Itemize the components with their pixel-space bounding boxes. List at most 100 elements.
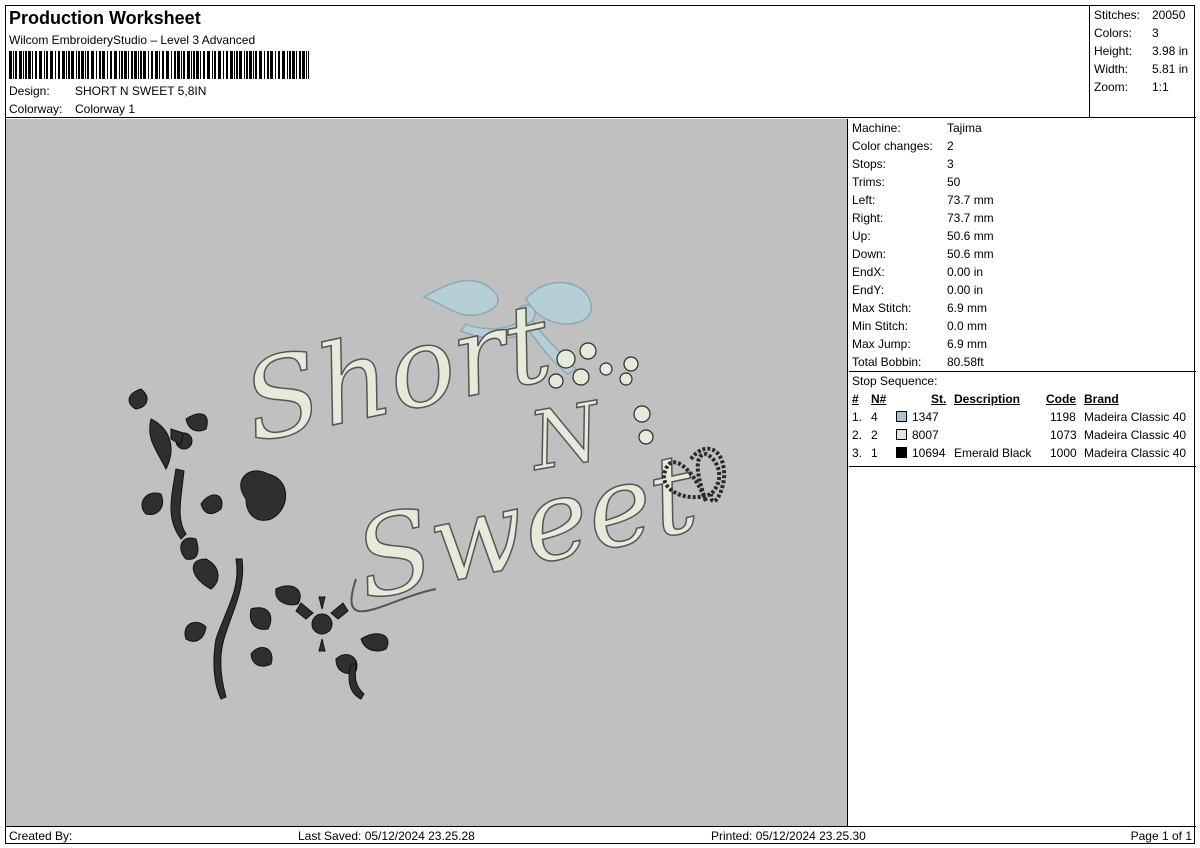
- barcode-bar: [246, 51, 248, 79]
- summary-row: Stitches: 20050: [1094, 8, 1186, 22]
- spec-row: Color changes: 2: [852, 137, 1196, 155]
- barcode-bar: [267, 51, 269, 79]
- barcode-bar: [151, 51, 153, 79]
- barcode-bar: [50, 51, 53, 79]
- stop-st: 1347: [912, 410, 939, 424]
- barcode-bar: [128, 51, 129, 79]
- barcode-bar: [183, 51, 185, 79]
- barcode-bar: [253, 51, 254, 79]
- summary-box: Stitches: 20050 Colors: 3 Height: 3.98 in W…: [1089, 6, 1196, 118]
- barcode-bar: [78, 51, 80, 79]
- barcode-bar: [9, 51, 12, 79]
- stop-sequence-title: Stop Sequence:: [852, 374, 938, 388]
- spec-label: Up:: [852, 229, 871, 243]
- stop-st: 8007: [912, 428, 939, 442]
- barcode-bar: [196, 51, 199, 79]
- barcode-bar: [35, 51, 37, 79]
- spec-label: EndX:: [852, 265, 885, 279]
- spec-label: Down:: [852, 247, 887, 261]
- production-worksheet: Production Worksheet Wilcom EmbroiderySt…: [5, 5, 1196, 845]
- barcode-bar: [71, 51, 74, 79]
- barcode-bar: [131, 51, 133, 79]
- barcode-bar: [96, 51, 97, 79]
- spec-label: Max Stitch:: [852, 301, 912, 315]
- barcode-bar: [270, 51, 273, 79]
- barcode-bar: [255, 51, 257, 79]
- stop-n: 1: [871, 446, 878, 460]
- barcode-bar: [32, 51, 33, 79]
- stop-brand: Madeira Classic 40: [1084, 410, 1187, 424]
- spec-value: Tajima: [947, 121, 982, 135]
- barcode-bar: [66, 51, 67, 79]
- page-title: Production Worksheet: [9, 8, 201, 28]
- spec-label: Trims:: [852, 175, 885, 189]
- barcode-bar: [226, 51, 228, 79]
- barcode-bar: [287, 51, 288, 79]
- color-swatch: [896, 447, 907, 458]
- spec-value: 50.6 mm: [947, 247, 994, 261]
- software-name: Wilcom EmbroideryStudio – Level 3 Advanc…: [9, 33, 256, 47]
- spec-row: Up: 50.6 mm: [852, 227, 1196, 245]
- spec-row: Total Bobbin: 80.58ft: [852, 353, 1196, 371]
- barcode-bar: [302, 51, 305, 79]
- barcode-bar: [278, 51, 280, 79]
- spec-value: 2: [947, 139, 954, 153]
- page-number: Page 1 of 1: [1130, 829, 1192, 843]
- barcode-bar: [44, 51, 45, 79]
- spec-row: EndY: 0.00 in: [852, 281, 1196, 299]
- last-saved: Last Saved: 05/12/2024 23.25.28: [298, 829, 475, 843]
- barcode-bar: [244, 51, 245, 79]
- barcode-bar: [121, 51, 123, 79]
- barcode-bar: [87, 51, 89, 79]
- design-row: Design: SHORT N SWEET 5,8IN: [9, 84, 206, 98]
- stop-brand: Madeira Classic 40: [1084, 428, 1187, 442]
- colorway-value: Colorway 1: [75, 102, 136, 116]
- barcode-bar: [85, 51, 86, 79]
- barcode-bar: [15, 51, 17, 79]
- barcode-bar: [148, 51, 149, 79]
- stop-sequence: Stop Sequence: # N# St. Description Code…: [849, 371, 1196, 467]
- barcode-bar: [13, 51, 14, 79]
- barcode-bar: [193, 51, 195, 79]
- barcode-bar: [166, 51, 169, 79]
- barcode-bar: [275, 51, 276, 79]
- summary-row: Height: 3.98 in: [1094, 44, 1189, 58]
- spec-row: EndX: 0.00 in: [852, 263, 1196, 281]
- stop-n: 4: [871, 410, 878, 424]
- spec-label: EndY:: [852, 283, 885, 297]
- barcode-bar: [39, 51, 42, 79]
- spec-row: Max Stitch: 6.9 mm: [852, 299, 1196, 317]
- stop-n: 2: [871, 428, 878, 442]
- barcode-bar: [81, 51, 84, 79]
- barcode-bar: [187, 51, 190, 79]
- barcode-bar: [191, 51, 192, 79]
- barcode-bar: [171, 51, 172, 79]
- stop-row: 2. 2 8007 1073 Madeira Classic 40: [852, 426, 1196, 444]
- barcode-bar: [181, 51, 182, 79]
- summary-row: Colors: 3: [1094, 26, 1159, 40]
- stop-code: 1198: [1050, 410, 1076, 424]
- spec-row: Trims: 50: [852, 173, 1196, 191]
- barcode-bar: [212, 51, 213, 79]
- barcode-bar: [234, 51, 235, 79]
- barcode-bar: [218, 51, 221, 79]
- barcode-bar: [134, 51, 137, 79]
- embroidery-design: Short N Sweet: [128, 277, 727, 700]
- design-value: SHORT N SWEET 5,8IN: [75, 84, 207, 98]
- barcode-bar: [99, 51, 101, 79]
- stop-row: 1. 4 1347 1198 Madeira Classic 40: [852, 408, 1196, 426]
- barcode-bar: [58, 51, 60, 79]
- worksheet-footer: Created By: Last Saved: 05/12/2024 23.25…: [6, 826, 1196, 845]
- spec-label: Machine:: [852, 121, 901, 135]
- stop-st: 10694: [912, 446, 946, 460]
- spec-label: Left:: [852, 193, 876, 207]
- barcode-bar: [159, 51, 160, 79]
- stop-num: 2.: [852, 428, 863, 442]
- stop-num: 1.: [852, 410, 863, 424]
- barcode-bar: [23, 51, 24, 79]
- summary-row: Width: 5.81 in: [1094, 62, 1189, 76]
- barcode-bar: [76, 51, 77, 79]
- color-swatch: [896, 429, 907, 440]
- barcode-bar: [110, 51, 112, 79]
- spec-label: Right:: [852, 211, 884, 225]
